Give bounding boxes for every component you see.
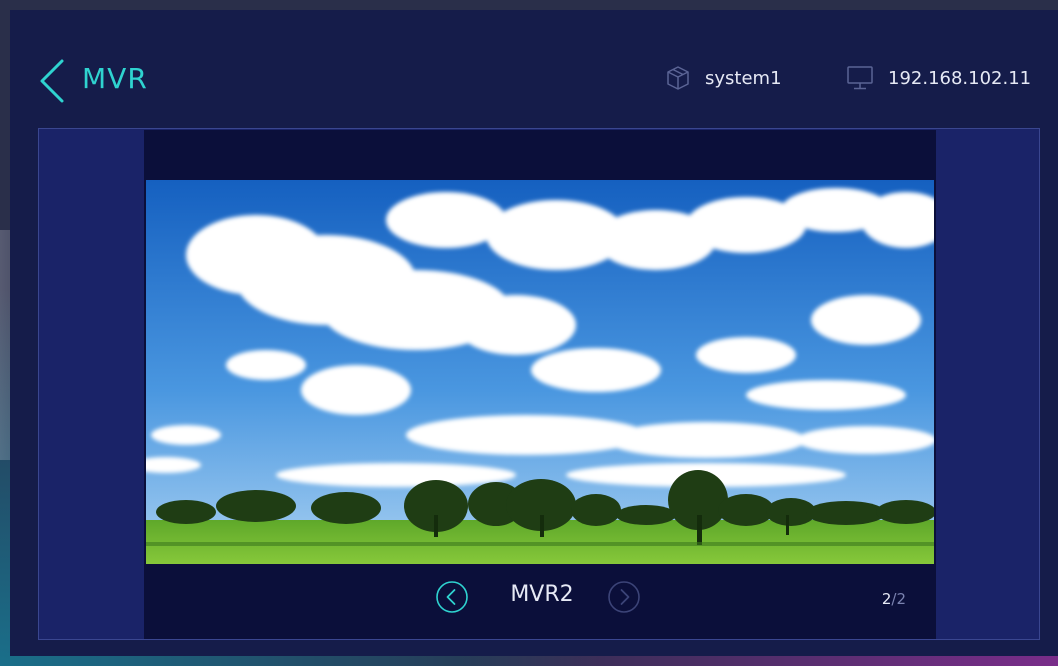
header: MVR system1 192.168.102.11 xyxy=(10,10,1058,128)
mvr-navigation: MVR2 2/2 xyxy=(144,564,936,639)
current-mvr-name: MVR2 xyxy=(510,582,574,607)
circle-chevron-right-icon[interactable] xyxy=(607,580,641,614)
circle-chevron-left-icon[interactable] xyxy=(435,580,469,614)
page-indicator: 2/2 xyxy=(882,590,906,608)
cube-icon xyxy=(667,66,689,90)
mvr-panel: MVR2 2/2 xyxy=(38,128,1040,640)
app-window: MVR system1 192.168.102.11 MVR2 2/2 xyxy=(10,10,1058,656)
mvr-viewer: MVR2 2/2 xyxy=(144,130,936,639)
monitor-icon xyxy=(847,66,873,90)
page-total: 2 xyxy=(896,590,906,608)
system-name: system1 xyxy=(705,67,782,89)
chevron-left-icon[interactable] xyxy=(38,58,66,104)
page-current: 2 xyxy=(881,590,892,608)
page-title: MVR xyxy=(82,62,148,95)
system-indicator: system1 xyxy=(665,64,782,92)
network-indicator: 192.168.102.11 xyxy=(846,64,1031,92)
ip-address: 192.168.102.11 xyxy=(888,67,1032,89)
mvr-preview-image[interactable] xyxy=(146,180,934,564)
